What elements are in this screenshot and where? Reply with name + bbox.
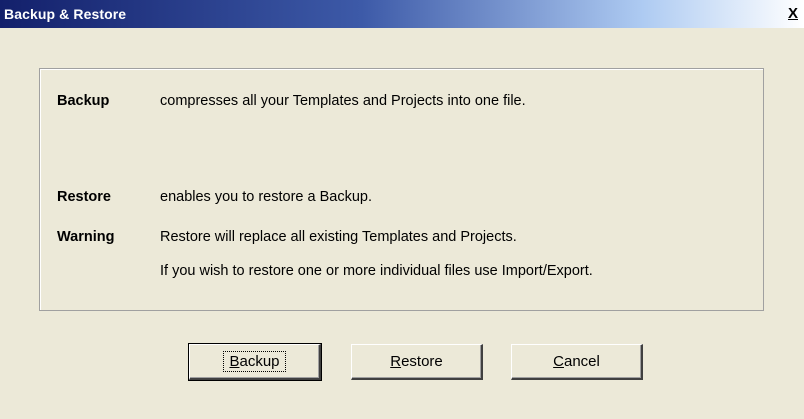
backup-button-label: Backup xyxy=(223,351,286,372)
warning-text-line-2: If you wish to restore one or more indiv… xyxy=(160,263,593,279)
restore-mnemonic: R xyxy=(390,353,402,370)
backup-button-text: ackup xyxy=(239,353,280,370)
title-bar[interactable]: Backup & Restore X xyxy=(0,0,804,28)
cancel-mnemonic: C xyxy=(553,353,564,370)
backup-label: Backup xyxy=(57,93,110,109)
backup-description: compresses all your Templates and Projec… xyxy=(160,93,526,109)
backup-button[interactable]: Backup xyxy=(188,343,322,381)
restore-description: enables you to restore a Backup. xyxy=(160,189,372,205)
warning-text-line-1: Restore will replace all existing Templa… xyxy=(160,229,517,245)
cancel-button-text: ancel xyxy=(563,353,600,370)
restore-button-text: estore xyxy=(401,353,443,370)
cancel-button[interactable]: Cancel xyxy=(511,344,643,380)
cancel-button-label: Cancel xyxy=(553,353,600,370)
backup-mnemonic: B xyxy=(229,353,240,370)
close-icon[interactable]: X xyxy=(786,6,800,21)
restore-button[interactable]: Restore xyxy=(351,344,483,380)
warning-label: Warning xyxy=(57,229,115,245)
restore-button-label: Restore xyxy=(390,353,443,370)
backup-restore-dialog: Backup & Restore X Backup compresses all… xyxy=(0,0,804,419)
restore-label: Restore xyxy=(57,189,111,205)
dialog-title: Backup & Restore xyxy=(4,6,127,22)
